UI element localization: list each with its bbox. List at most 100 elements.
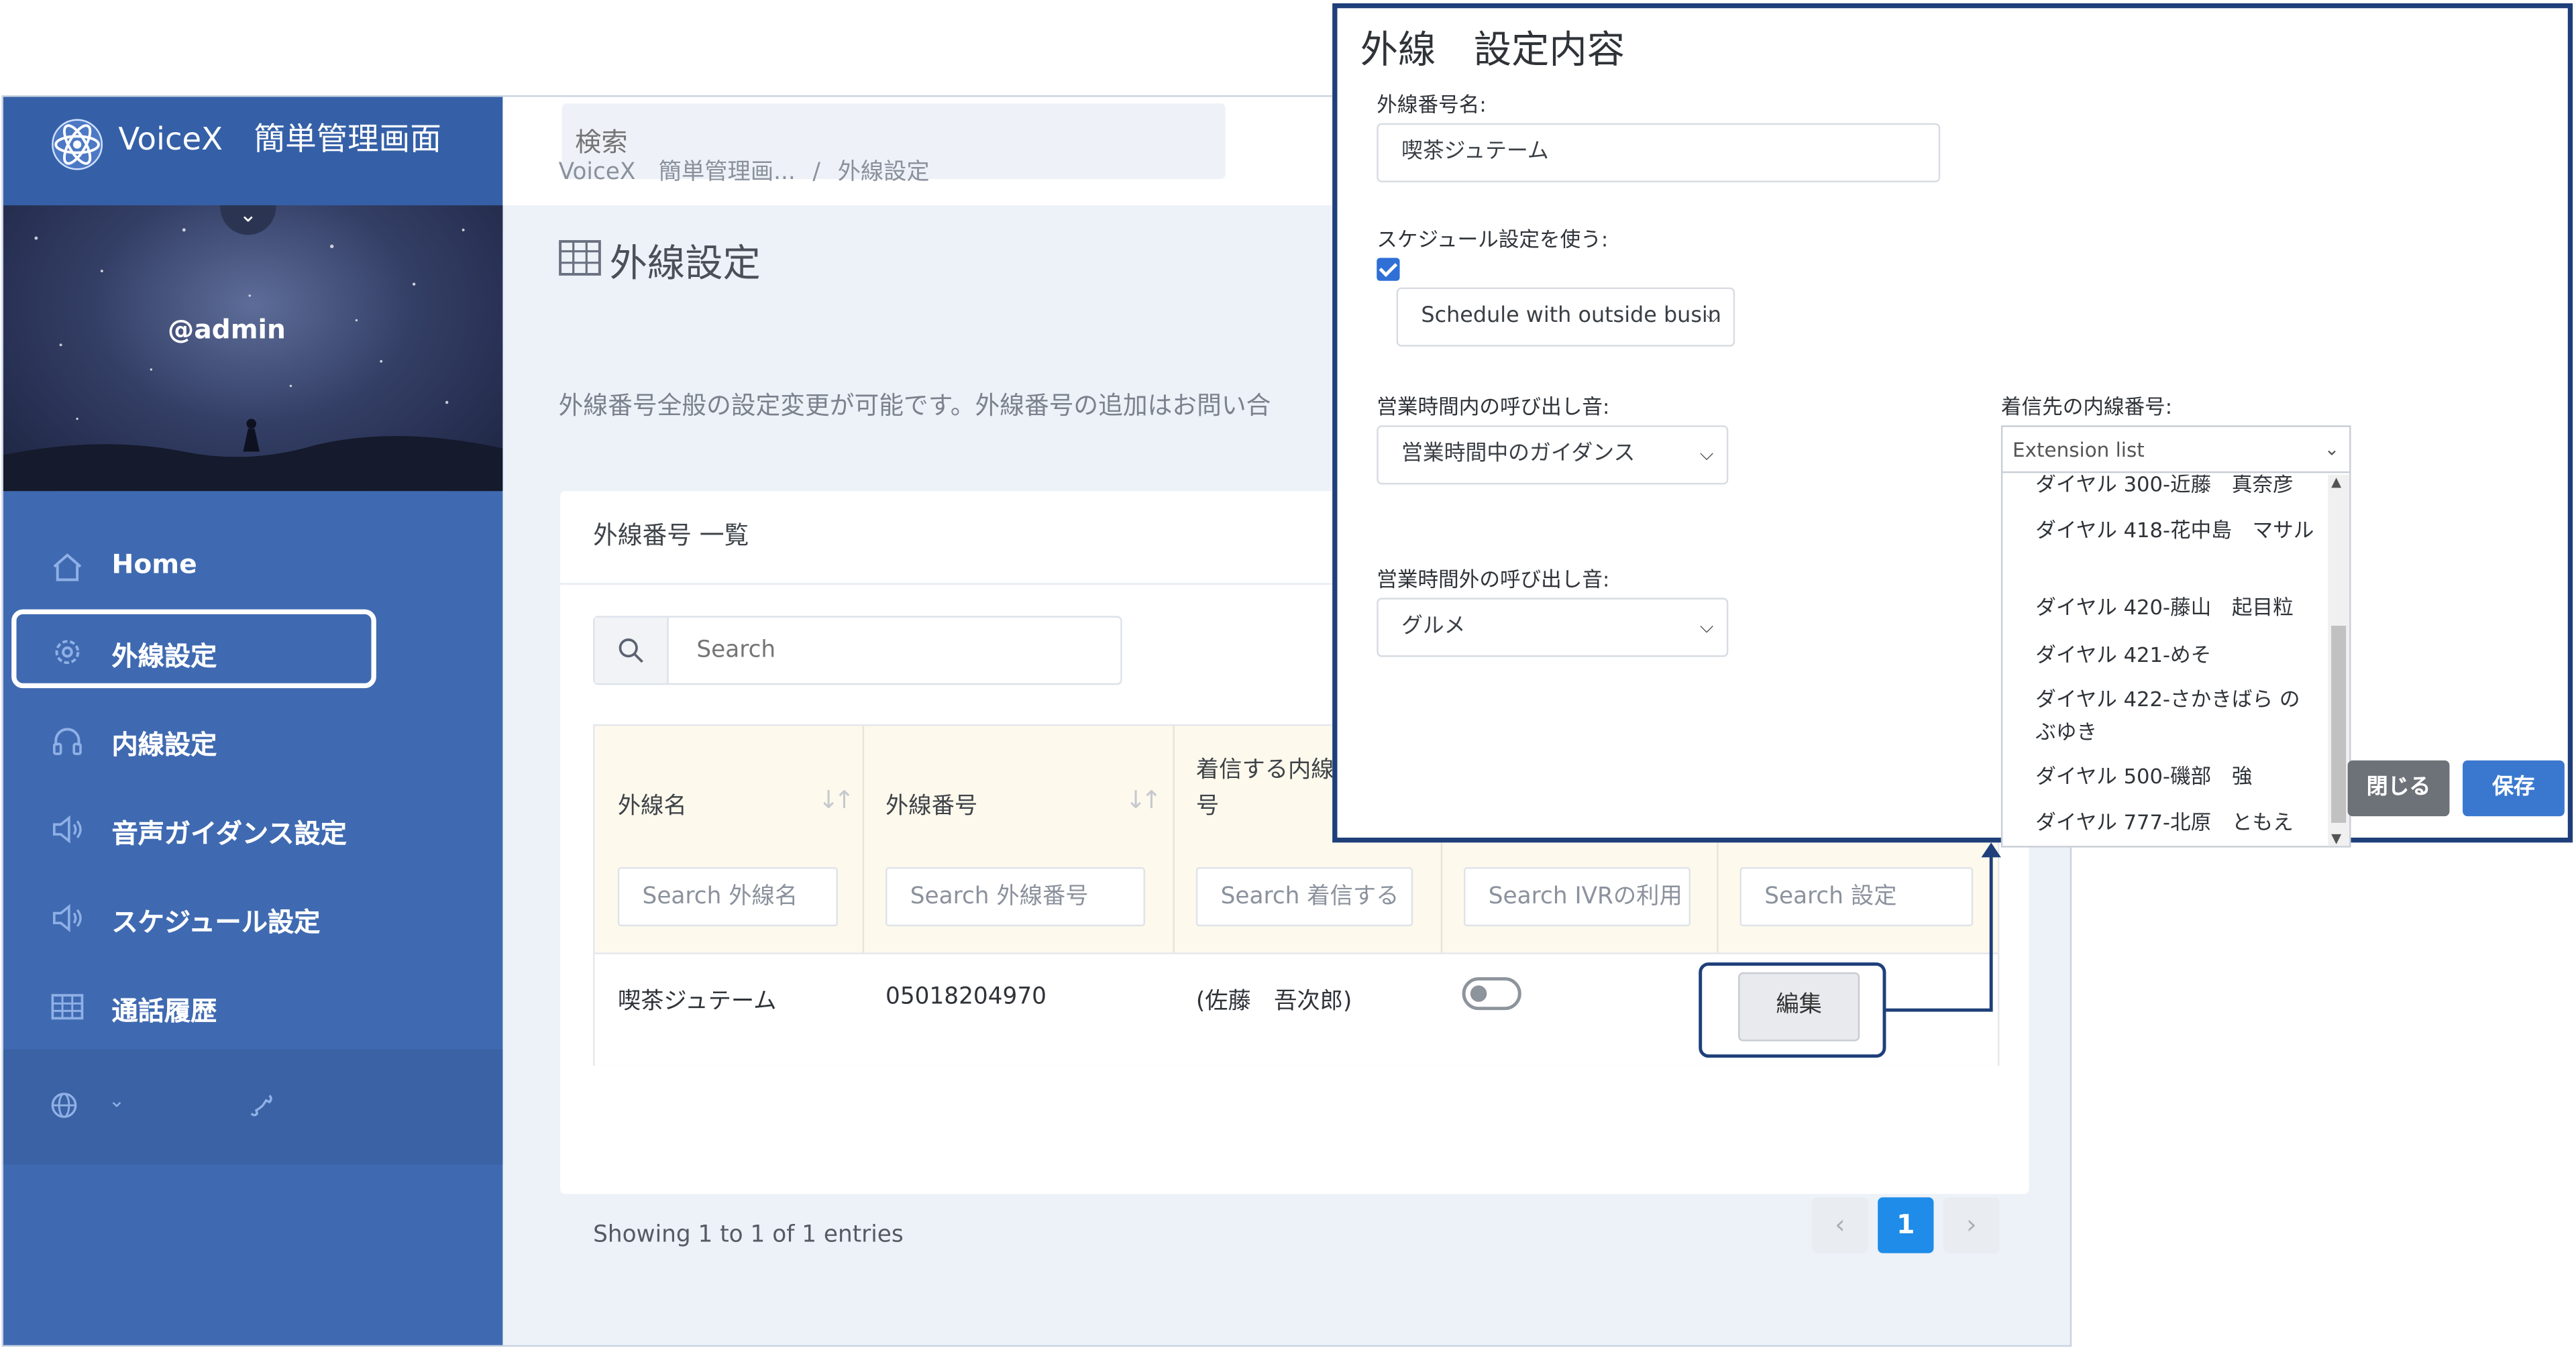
card-title: 外線番号 一覧 xyxy=(593,520,749,551)
ivr-toggle[interactable] xyxy=(1462,977,1521,1011)
cell-line-name: 喫茶ジュテーム xyxy=(617,989,777,1015)
schedule-select[interactable]: Schedule with outside busin ⌵ xyxy=(1396,287,1735,347)
filter-line-number[interactable]: Search 外線番号 xyxy=(885,867,1145,927)
sort-icon[interactable]: ↓↑ xyxy=(1126,785,1162,815)
chevron-down-icon: ⌄ xyxy=(239,205,258,229)
phone-icon[interactable] xyxy=(246,1090,276,1120)
brand-name[interactable]: VoiceX 簡単管理画面 xyxy=(118,120,441,160)
night-sky-image xyxy=(3,228,503,492)
pagination-prev[interactable]: ‹ xyxy=(1812,1197,1868,1253)
chevron-down-icon: ⌵ xyxy=(1706,305,1721,327)
home-icon xyxy=(53,553,82,581)
extension-option[interactable]: ダイヤル 421-めそ xyxy=(2035,639,2314,672)
table-info: Showing 1 to 1 of 1 entries xyxy=(593,1222,904,1249)
table-search-input[interactable] xyxy=(670,617,1114,683)
headset-icon xyxy=(52,728,82,755)
table-icon xyxy=(559,240,601,276)
breadcrumb-home[interactable]: VoiceX 簡単管理画... xyxy=(559,160,796,186)
extension-list-placeholder: Extension list xyxy=(2012,438,2145,462)
chevron-down-icon[interactable]: ⌄ xyxy=(109,1089,125,1112)
business-hours-select-value: 営業時間中のガイダンス xyxy=(1401,441,1635,467)
brand-header: VoiceX 簡単管理画面 xyxy=(3,97,503,206)
scrollbar-thumb[interactable] xyxy=(2331,626,2347,823)
search-icon xyxy=(619,638,643,663)
schedule-checkbox[interactable] xyxy=(1377,258,1400,281)
after-hours-label: 営業時間外の呼び出し音: xyxy=(1377,566,1610,592)
line-name-input[interactable]: 喫茶ジュテーム xyxy=(1377,123,1941,182)
table-search-icon-box xyxy=(594,617,669,683)
speaker-icon xyxy=(52,815,82,844)
page-title: 外線設定 xyxy=(609,243,761,286)
sidebar-item-label: 通話履歴 xyxy=(111,995,217,1027)
extension-option[interactable]: ダイヤル 777-北原 ともえ xyxy=(2035,806,2314,839)
extension-option[interactable]: ダイヤル 418-花中島 マサル xyxy=(2035,514,2314,547)
business-hours-select[interactable]: 営業時間中のガイダンス ⌵ xyxy=(1377,425,1729,485)
sidebar-item-voice-guidance[interactable]: 音声ガイダンス設定 xyxy=(3,790,502,869)
sidebar-item-schedule[interactable]: スケジュール設定 xyxy=(3,879,502,958)
business-hours-label: 営業時間内の呼び出し音: xyxy=(1377,394,1610,419)
sidebar-item-home[interactable]: Home xyxy=(3,527,502,606)
extension-option[interactable]: ダイヤル 500-磯部 強 xyxy=(2035,761,2314,793)
filter-line-name[interactable]: Search 外線名 xyxy=(617,867,838,927)
sidebar-item-label: 音声ガイダンス設定 xyxy=(111,818,347,850)
callout-connector xyxy=(1886,1008,1992,1012)
chevron-down-icon: ⌵ xyxy=(1699,616,1714,638)
extension-scrollbar[interactable]: ▲ ▼ xyxy=(2328,474,2350,846)
column-header-line-name[interactable]: 外線名 xyxy=(618,789,687,822)
line-settings-modal: 外線 設定内容 外線番号名: 喫茶ジュテーム スケジュール設定を使う: Sche… xyxy=(1332,3,2573,848)
extension-option[interactable]: ダイヤル 422-さかきばら のぶゆき xyxy=(2035,683,2314,749)
sidebar-item-label: Home xyxy=(111,548,197,580)
cell-extension: (佐藤 吾次郎) xyxy=(1195,989,1352,1015)
username: @admin xyxy=(168,313,286,345)
table-icon xyxy=(51,994,84,1020)
cell-line-number: 05018204970 xyxy=(885,983,1046,1011)
line-name-label: 外線番号名: xyxy=(1377,92,1487,117)
sidebar-footer: ⌄ xyxy=(3,1049,503,1165)
filter-ivr[interactable]: Search IVRの利用 xyxy=(1464,867,1691,927)
column-header-line-number[interactable]: 外線番号 xyxy=(885,789,977,822)
table-search xyxy=(593,616,1122,685)
filter-extension[interactable]: Search 着信する xyxy=(1195,867,1413,927)
extension-option[interactable]: ダイヤル 420-藤山 起目粒 xyxy=(2035,592,2314,624)
pagination-page-1[interactable]: 1 xyxy=(1878,1197,1934,1253)
scroll-up-icon[interactable]: ▲ xyxy=(2331,475,2341,490)
extension-list-header[interactable]: Extension list ⌄ xyxy=(2002,427,2350,473)
active-item-highlight xyxy=(11,609,376,689)
filter-settings[interactable]: Search 設定 xyxy=(1739,867,1974,927)
speaker-icon xyxy=(52,904,82,932)
profile-hero: ⌄ @admin xyxy=(3,205,503,492)
edit-button-callout xyxy=(1699,962,1886,1058)
globe-icon[interactable] xyxy=(49,1090,78,1120)
scroll-down-icon[interactable]: ▼ xyxy=(2331,831,2341,846)
column-header-extension-line2: 号 xyxy=(1195,793,1220,820)
sidebar-item-extensions[interactable]: 内線設定 xyxy=(3,701,502,781)
pagination-next[interactable]: › xyxy=(1943,1197,2000,1253)
extension-options: ダイヤル 300-近藤 真奈彦 ダイヤル 418-花中島 マサル ダイヤル 42… xyxy=(2002,475,2326,846)
after-hours-select[interactable]: グルメ ⌵ xyxy=(1377,598,1729,657)
sidebar: VoiceX 簡単管理画面 ⌄ @admin Home 外線設定 内線設定 音声… xyxy=(3,97,503,1345)
after-hours-select-value: グルメ xyxy=(1401,614,1466,639)
page-subtitle: 外線番号全般の設定変更が可能です。外線番号の追加はお問い合 xyxy=(558,390,1271,420)
schedule-label: スケジュール設定を使う: xyxy=(1377,226,1609,251)
sort-icon[interactable]: ↓↑ xyxy=(818,785,855,815)
schedule-select-value: Schedule with outside busin xyxy=(1421,304,1721,329)
chevron-down-icon: ⌵ xyxy=(1699,443,1714,465)
atom-logo-icon xyxy=(52,119,103,170)
extension-label: 着信先の内線番号: xyxy=(2000,394,2173,419)
extension-multiselect[interactable]: Extension list ⌄ ダイヤル 300-近藤 真奈彦 ダイヤル 41… xyxy=(2000,425,2351,848)
breadcrumb: VoiceX 簡単管理画... / 外線設定 xyxy=(559,154,930,187)
screenshot-stage: VoiceX 簡単管理画面 ⌄ @admin Home 外線設定 内線設定 音声… xyxy=(0,0,2576,1350)
modal-title: 外線 設定内容 xyxy=(1360,30,1625,72)
extension-option[interactable]: ダイヤル 300-近藤 真奈彦 xyxy=(2035,475,2314,501)
close-button[interactable]: 閉じる xyxy=(2347,760,2450,817)
chevron-down-icon: ⌄ xyxy=(2324,438,2340,460)
sidebar-item-label: スケジュール設定 xyxy=(111,906,321,938)
sidebar-item-label: 内線設定 xyxy=(111,729,217,761)
save-button[interactable]: 保存 xyxy=(2463,760,2565,817)
breadcrumb-current: 外線設定 xyxy=(837,159,930,186)
callout-arrow-icon xyxy=(1981,842,2001,858)
column-header-extension-line1[interactable]: 着信する内線 xyxy=(1196,752,1334,785)
breadcrumb-separator: / xyxy=(812,159,820,186)
callout-connector xyxy=(1989,854,1993,1012)
sidebar-item-call-history[interactable]: 通話履歴 xyxy=(3,967,502,1046)
